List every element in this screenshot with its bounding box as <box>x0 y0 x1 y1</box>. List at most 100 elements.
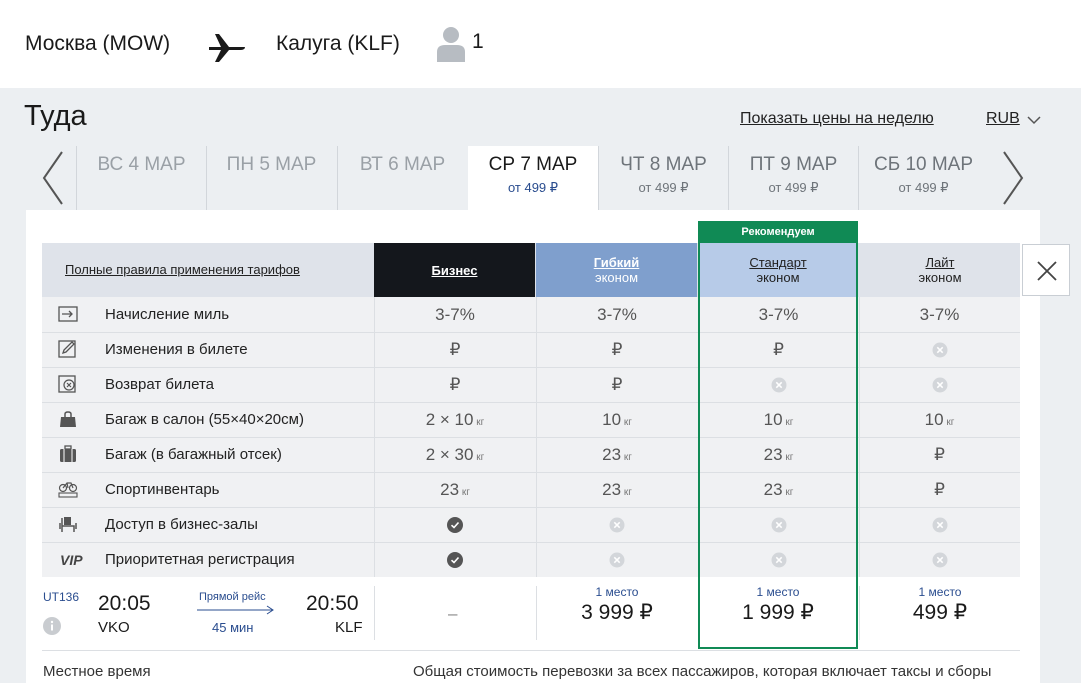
date-tab-label: ПН 5 МАР <box>226 154 317 175</box>
business-price-unavailable: – <box>448 604 458 623</box>
fare-column-business[interactable]: Бизнес <box>374 243 535 297</box>
feature-label: Багаж (в багажный отсек) <box>105 446 282 463</box>
price-amount: 3 999 ₽ <box>581 601 653 624</box>
date-tab-label: СР 7 МАР <box>488 154 578 175</box>
check-icon <box>447 551 463 568</box>
not-included-icon <box>771 517 786 532</box>
price-lite-button[interactable]: 1 место 499 ₽ <box>860 585 1020 625</box>
feature-value: 10 кг <box>859 410 1020 430</box>
feature-value: 3-7% <box>919 304 960 324</box>
feature-label: Изменения в билете <box>105 341 248 358</box>
feature-value-amount: 23 <box>763 479 783 499</box>
not-included-icon <box>771 552 786 567</box>
feature-value: ₽ <box>611 374 623 394</box>
flight-number[interactable]: UT136 <box>43 590 79 604</box>
date-tab-price: от 499 ₽ <box>898 180 949 195</box>
not-included-icon <box>932 377 947 392</box>
date-tab-5[interactable]: ПТ 9 МАР от 499 ₽ <box>728 146 858 210</box>
feature-value-amount: ₽ <box>934 479 945 499</box>
date-tab-2[interactable]: ВТ 6 МАР <box>337 146 467 210</box>
price-flex-button[interactable]: 1 место 3 999 ₽ <box>536 585 698 625</box>
feature-value-unit: кг <box>943 416 955 428</box>
feature-value-unit: кг <box>782 451 794 463</box>
feature-value: ₽ <box>859 480 1020 500</box>
not-included-icon <box>932 552 947 567</box>
feature-label: Начисление миль <box>105 306 230 323</box>
feature-value-amount: 10 <box>763 409 783 429</box>
date-tab-4[interactable]: ЧТ 8 МАР от 499 ₽ <box>598 146 728 210</box>
date-tab-1[interactable]: ПН 5 МАР <box>206 146 336 210</box>
departure-airport: VKO <box>98 619 130 636</box>
not-included-icon <box>771 377 786 392</box>
feature-value: 2 × 10 кг <box>374 410 536 430</box>
direct-flight-label: Прямой рейс <box>199 591 266 603</box>
direction-title: Туда <box>24 100 87 132</box>
feature-value-amount: 2 × 30 <box>425 444 474 464</box>
date-tab-label: ВТ 6 МАР <box>359 154 446 175</box>
seats-left: 1 место <box>918 585 962 599</box>
origin-city[interactable]: Москва (MOW) <box>25 32 170 56</box>
feature-value-amount: ₽ <box>934 444 945 464</box>
feature-value: ₽ <box>859 445 1020 465</box>
lounge-chair-icon <box>59 517 77 532</box>
feature-value: ₽ <box>449 339 461 359</box>
feature-value-unit: кг <box>782 416 794 428</box>
date-tab-label: СБ 10 МАР <box>873 154 974 175</box>
seats-left: 1 место <box>595 585 639 599</box>
check-icon <box>447 516 463 533</box>
feature-value: ₽ <box>773 339 784 359</box>
date-tab-price: от 499 ₽ <box>768 180 819 195</box>
chevron-down-icon[interactable] <box>1026 114 1042 126</box>
prev-dates-arrow-icon[interactable] <box>38 150 68 206</box>
fare-column-lite[interactable]: Лайт эконом <box>860 243 1020 297</box>
feature-value: 10 кг <box>536 410 698 430</box>
not-included-icon <box>609 517 625 532</box>
price-amount: 1 999 ₽ <box>742 601 814 624</box>
feature-value: 23 кг <box>698 445 859 465</box>
flight-duration: 45 мин <box>212 620 254 635</box>
arrival-time: 20:50 <box>306 592 359 615</box>
row-divider <box>42 542 1020 543</box>
date-tab-selected[interactable]: СР 7 МАР от 499 ₽ <box>468 146 598 210</box>
date-tab-0[interactable]: ВС 4 МАР <box>76 146 206 210</box>
row-divider <box>42 367 1020 368</box>
fare-rules-link[interactable]: Полные правила применения тарифов <box>65 262 300 277</box>
fare-column-standard[interactable]: Стандарт эконом <box>699 243 857 297</box>
close-button[interactable] <box>1022 244 1070 296</box>
feature-value: 3-7% <box>435 304 475 324</box>
next-dates-arrow-icon[interactable] <box>998 150 1028 206</box>
not-included-icon <box>932 517 947 532</box>
total-cost-note: Общая стоимость перевозки за всех пассаж… <box>413 663 992 680</box>
fare-subname: эконом <box>918 270 962 285</box>
passenger-icon[interactable] <box>434 24 468 62</box>
feature-value: 3-7% <box>758 304 799 324</box>
route-header: Москва (MOW) Калуга (KLF) 1 <box>0 0 1081 88</box>
fare-subname: эконом <box>594 270 639 285</box>
recommended-badge: Рекомендуем <box>699 221 857 243</box>
currency-select[interactable]: RUB <box>986 110 1020 128</box>
row-divider <box>42 332 1020 333</box>
passenger-count[interactable]: 1 <box>472 30 484 54</box>
footer-divider <box>42 650 1020 651</box>
date-tab-label: ПТ 9 МАР <box>749 154 838 175</box>
feature-value-amount: 23 <box>602 444 622 464</box>
date-tab-price: от 499 ₽ <box>638 180 689 195</box>
feature-value-unit: кг <box>621 416 632 428</box>
feature-value: 3-7% <box>597 304 637 324</box>
feature-value: ₽ <box>449 374 461 394</box>
feature-value: 23 кг <box>536 480 698 500</box>
price-standard-button[interactable]: 1 место 1 999 ₽ <box>699 585 857 625</box>
show-week-prices-link[interactable]: Показать цены на неделю <box>740 110 934 128</box>
date-tab-6[interactable]: СБ 10 МАР от 499 ₽ <box>858 146 988 210</box>
plane-icon <box>209 34 245 62</box>
fare-name: Лайт <box>925 255 955 270</box>
feature-label: Доступ в бизнес-залы <box>105 516 258 533</box>
vip-icon: VIP <box>60 552 83 568</box>
feature-value-unit: кг <box>459 486 470 498</box>
fare-name: Гибкий <box>593 255 640 270</box>
destination-city[interactable]: Калуга (KLF) <box>276 32 400 56</box>
info-icon[interactable] <box>43 617 61 635</box>
feature-value-unit: кг <box>473 451 485 463</box>
fare-column-flex[interactable]: Гибкий эконом <box>536 243 697 297</box>
fare-name: Бизнес <box>431 262 478 278</box>
